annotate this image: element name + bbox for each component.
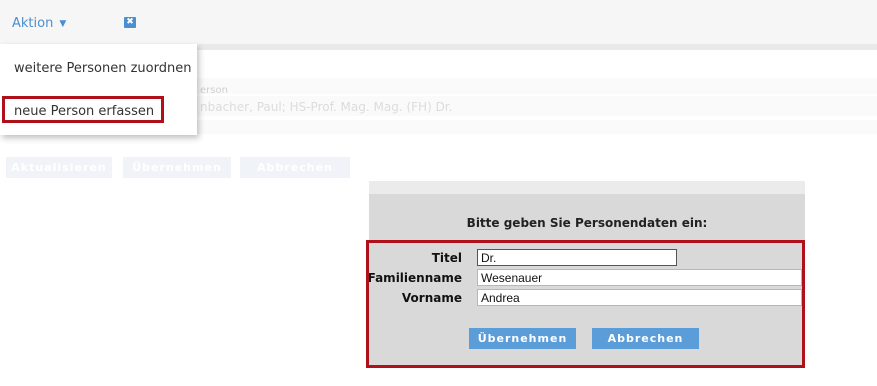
chevron-down-icon: ▼	[59, 19, 67, 29]
top-toolbar: Aktion ▼ ✖	[0, 0, 877, 44]
panel-divider	[197, 44, 877, 50]
menu-highlight-frame	[2, 96, 164, 123]
bg-abbrechen-button[interactable]: Abbrechen	[240, 157, 350, 178]
dialog-title: Bitte geben Sie Personendaten ein:	[466, 216, 708, 230]
close-icon[interactable]: ✖	[124, 17, 136, 28]
menu-item-weitere-personen[interactable]: weitere Personen zuordnen	[14, 61, 191, 76]
bg-uebernehmen-button[interactable]: Übernehmen	[123, 157, 231, 178]
dialog-highlight-frame	[366, 240, 805, 368]
aktion-dropdown[interactable]: Aktion ▼	[12, 16, 66, 31]
person-field-label: erson	[200, 85, 228, 96]
aktion-label: Aktion	[12, 16, 54, 31]
aktualisieren-button[interactable]: Aktualisieren	[6, 157, 112, 178]
person-field-value: nbacher, Paul; HS-Prof. Mag. Mag. (FH) D…	[200, 100, 453, 114]
dialog-header-strip	[369, 181, 805, 194]
